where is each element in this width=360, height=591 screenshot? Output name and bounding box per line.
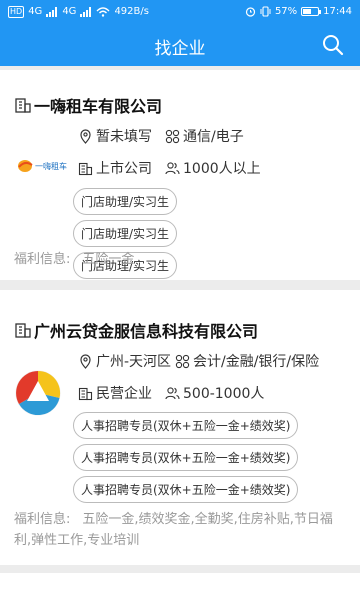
location-item: 暂未填写 [78, 126, 165, 146]
info-row-2: 上市公司 1000人以上 [78, 158, 261, 178]
company-type-item: 上市公司 [78, 158, 165, 178]
battery-fill [303, 9, 312, 14]
company-name-row: 一嗨租车有限公司 [14, 93, 162, 117]
company-card[interactable] [0, 573, 360, 591]
wifi-icon [96, 6, 110, 17]
job-tags: 人事招聘专员(双休+五险一金+绩效奖) 人事招聘专员(双休+五险一金+绩效奖) … [73, 412, 299, 503]
alarm-icon [245, 7, 256, 17]
company-logo [15, 370, 61, 416]
category-icon [175, 354, 190, 368]
people-icon [165, 386, 180, 399]
status-bar: HD 4G 4G 492B/s 57% 17:44 [0, 0, 360, 24]
search-button[interactable] [320, 32, 346, 58]
industry-text: 通信/电子 [183, 129, 244, 145]
company-name: 一嗨租车有限公司 [34, 97, 163, 116]
info-row-1: 广州-天河区 会计/金融/银行/保险 [78, 351, 319, 371]
company-name-row: 广州云贷金服信息科技有限公司 [14, 318, 258, 342]
location-text: 广州-天河区 [96, 354, 172, 370]
location-pin-icon [80, 353, 91, 369]
industry-item: 通信/电子 [165, 126, 244, 146]
info-row-1: 暂未填写 通信/电子 [78, 126, 244, 146]
company-card[interactable]: 一嗨租车有限公司 一嗨租车 暂未填写 通信/电子 上市公司 1000人以上 门店… [0, 70, 360, 280]
status-right: 57% 17:44 [245, 5, 352, 18]
building-icon [78, 162, 93, 175]
welfare-text: 五险一金 [82, 252, 135, 267]
company-logo: 一嗨租车 [16, 156, 74, 176]
company-size-text: 500-1000人 [183, 386, 265, 402]
company-type-item: 民营企业 [78, 383, 165, 403]
clock: 17:44 [323, 6, 352, 17]
status-left: HD 4G 4G 492B/s [8, 5, 149, 18]
building-icon [15, 98, 31, 113]
hd-badge: HD [8, 5, 25, 18]
category-icon [165, 129, 180, 143]
battery-percent: 57% [274, 6, 298, 17]
company-size-item: 500-1000人 [165, 383, 264, 403]
net-label-1: 4G [28, 6, 43, 17]
building-icon [15, 323, 31, 338]
industry-item: 会计/金融/银行/保险 [175, 351, 319, 371]
job-tag[interactable]: 人事招聘专员(双休+五险一金+绩效奖) [73, 412, 299, 439]
welfare-info: 福利信息: 五险一金 [14, 249, 346, 270]
company-type-text: 民营企业 [96, 386, 152, 402]
company-type-text: 上市公司 [96, 161, 152, 177]
welfare-label: 福利信息: [14, 252, 71, 267]
signal-icon [80, 6, 92, 17]
building-icon [78, 387, 93, 400]
company-card[interactable]: 广州云贷金服信息科技有限公司 广州-天河区 会计/金融/银行/保险 民营企业 5… [0, 290, 360, 565]
yundai-logo-mark [15, 370, 61, 416]
company-size-text: 1000人以上 [183, 161, 261, 177]
company-name: 广州云贷金服信息科技有限公司 [34, 322, 259, 341]
search-icon [323, 35, 344, 56]
location-text: 暂未填写 [96, 129, 152, 145]
job-tag[interactable]: 人事招聘专员(双休+五险一金+绩效奖) [73, 444, 299, 471]
info-row-2: 民营企业 500-1000人 [78, 383, 264, 403]
ehi-logo-mark: 一嗨租车 [18, 160, 67, 172]
welfare-label: 福利信息: [14, 512, 71, 527]
net-speed: 492B/s [114, 6, 149, 17]
signal-icon [46, 6, 58, 17]
vibrate-icon [260, 6, 271, 17]
logo-text: 一嗨租车 [35, 161, 67, 171]
job-tag[interactable]: 人事招聘专员(双休+五险一金+绩效奖) [73, 476, 299, 503]
industry-text: 会计/金融/银行/保险 [193, 354, 320, 370]
welfare-info: 福利信息: 五险一金,绩效奖金,全勤奖,住房补贴,节日福利,弹性工作,专业培训 [14, 509, 349, 551]
people-icon [165, 161, 180, 174]
company-size-item: 1000人以上 [165, 158, 261, 178]
top-navbar: 找企业 [0, 24, 360, 66]
job-tag[interactable]: 门店助理/实习生 [73, 220, 178, 247]
job-tag[interactable]: 门店助理/实习生 [73, 188, 178, 215]
net-label-2: 4G [62, 6, 77, 17]
page-title: 找企业 [154, 39, 206, 59]
location-item: 广州-天河区 [78, 351, 175, 371]
location-pin-icon [80, 128, 91, 144]
battery-icon [301, 7, 322, 16]
